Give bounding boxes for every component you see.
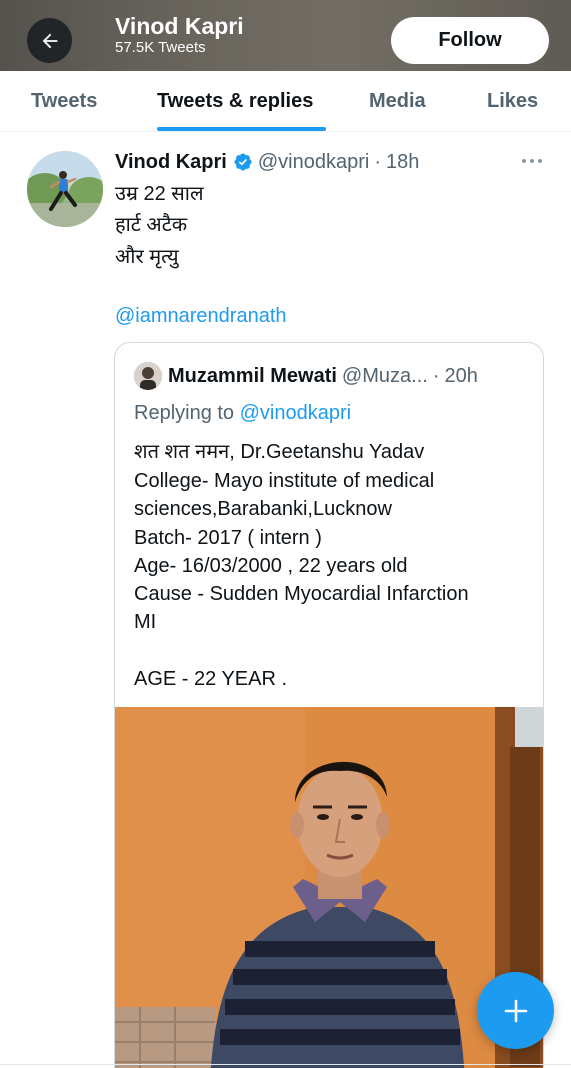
tweet-count: 57.5K Tweets xyxy=(115,39,206,56)
quoted-text-line: शत शत नमन, Dr.Geetanshu Yadav xyxy=(134,441,425,463)
replying-to-handle[interactable]: @vinodkapri xyxy=(240,402,351,424)
replying-to: Replying to @vinodkapri xyxy=(134,399,351,427)
quoted-text-line: College- Mayo institute of medical xyxy=(134,470,435,492)
plus-icon xyxy=(504,999,527,1022)
arrow-left-icon xyxy=(42,33,57,48)
profile-name: Vinod Kapri xyxy=(115,13,244,39)
tweet-text-line: और मृत्यु xyxy=(115,246,179,268)
bottom-divider xyxy=(0,1064,571,1065)
author-avatar[interactable] xyxy=(27,151,103,227)
quoted-author-name: Muzammil Mewati xyxy=(168,364,337,387)
tweet-author-name[interactable]: Vinod Kapri xyxy=(115,151,227,174)
profile-tabs: Tweets Tweets & replies Media Likes xyxy=(0,71,571,132)
quoted-text-line: Batch- 2017 ( intern ) xyxy=(134,527,322,549)
back-button[interactable] xyxy=(27,18,72,63)
tweet-mention-link[interactable]: @iamnarendranath xyxy=(115,302,287,330)
quoted-text-line: sciences,Barabanki,Lucknow xyxy=(134,498,392,520)
tab-tweets-replies[interactable]: Tweets & replies xyxy=(157,71,313,132)
quoted-author-handle: @Muza... xyxy=(341,364,428,387)
more-horizontal-icon xyxy=(522,159,542,163)
profile-header: Vinod Kapri 57.5K Tweets Follow xyxy=(0,0,571,71)
quoted-text-line: Cause - Sudden Myocardial Infarction xyxy=(134,583,469,605)
active-tab-indicator xyxy=(157,127,326,131)
quoted-text-line: MI xyxy=(134,611,157,633)
tweet-text-line: हार्ट अटैक xyxy=(115,214,188,236)
avatar-photo xyxy=(27,151,103,227)
replying-to-label: Replying to xyxy=(134,402,235,424)
tweet-text-line: उम्र 22 साल xyxy=(115,183,204,205)
tab-media[interactable]: Media xyxy=(369,71,426,132)
quoted-author-avatar xyxy=(134,362,162,390)
verified-badge-icon xyxy=(233,152,253,172)
separator-dot: · xyxy=(432,364,440,387)
quoted-tweet-card[interactable]: Muzammil Mewati @Muza... · 20h Replying … xyxy=(114,342,544,1068)
tab-likes[interactable]: Likes xyxy=(487,71,538,132)
tab-tweets[interactable]: Tweets xyxy=(31,71,97,132)
quoted-tweet-header: Muzammil Mewati @Muza... · 20h xyxy=(168,362,478,390)
quoted-timestamp: 20h xyxy=(444,364,478,387)
quoted-text-line: Age- 16/03/2000 , 22 years old xyxy=(134,555,408,577)
tweet-header: Vinod Kapri @vinodkapri · 18h xyxy=(115,148,419,176)
separator-dot: · xyxy=(374,150,382,173)
more-options-button[interactable] xyxy=(519,150,545,172)
follow-button[interactable]: Follow xyxy=(391,17,549,64)
tweet-author-handle[interactable]: @vinodkapri xyxy=(258,151,369,174)
tweet-timestamp[interactable]: 18h xyxy=(386,151,419,174)
compose-tweet-button[interactable] xyxy=(477,972,554,1049)
quoted-text-line: AGE - 22 YEAR . xyxy=(134,668,288,690)
